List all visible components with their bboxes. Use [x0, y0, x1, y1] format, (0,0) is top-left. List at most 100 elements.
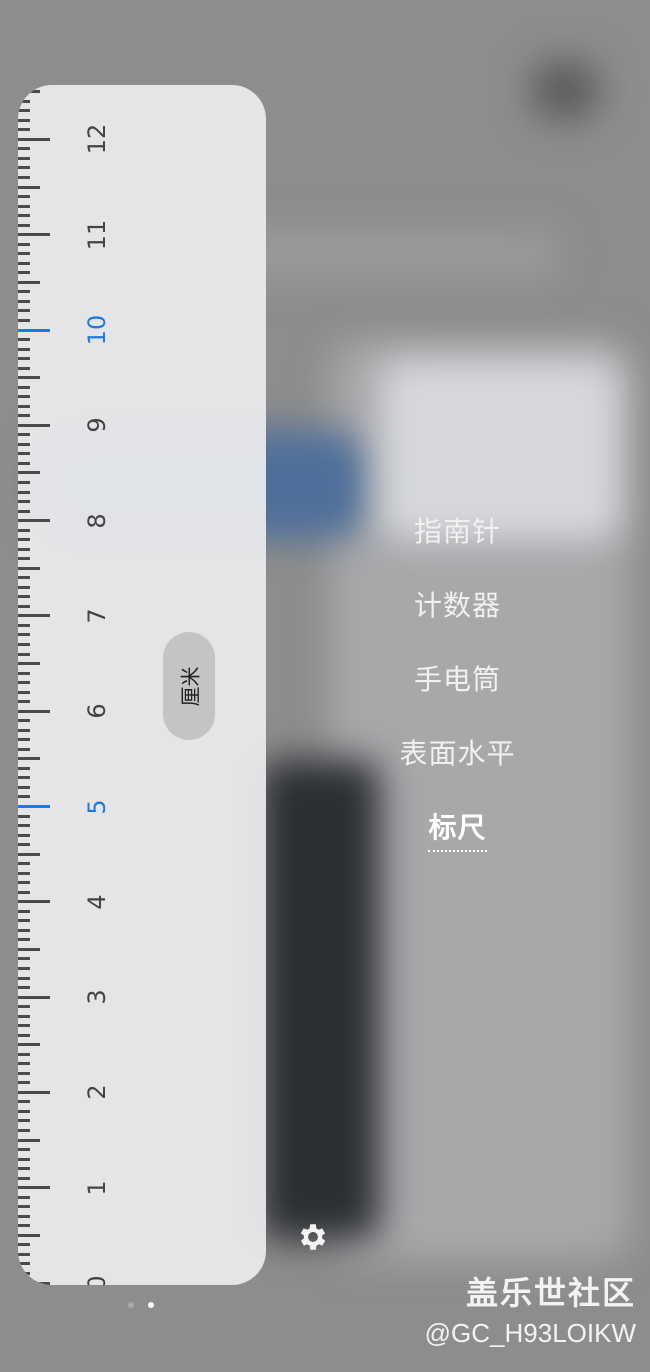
menu-item-level[interactable]: 表面水平 [330, 732, 585, 772]
ruler-tick [18, 909, 30, 913]
ruler-tick [18, 928, 30, 932]
ruler-number: 12 [83, 124, 111, 155]
ruler-number: 0 [83, 1275, 111, 1285]
ruler-tick [18, 347, 30, 351]
ruler-tick [18, 442, 30, 446]
ruler-tick [18, 671, 30, 675]
ruler-tick [18, 204, 30, 208]
ruler-number: 5 [83, 798, 111, 815]
ruler-tick [18, 176, 30, 180]
ruler-number: 8 [83, 512, 111, 529]
ruler-tick [18, 871, 30, 875]
ruler-tick [18, 338, 30, 342]
ruler-tick [18, 271, 30, 275]
ruler-number: 10 [83, 314, 111, 346]
ruler-tick [18, 261, 30, 265]
unit-toggle-button[interactable]: 厘米 [163, 632, 215, 740]
ruler-tick [18, 1129, 30, 1133]
ruler-tick [18, 290, 30, 294]
ruler-tick [18, 490, 30, 494]
ruler-tick [18, 1271, 30, 1275]
ruler-tick [18, 414, 30, 418]
ruler-number: 6 [83, 703, 111, 719]
ruler-tick [18, 547, 30, 551]
ruler-tick [18, 309, 30, 313]
ruler-number: 11 [83, 219, 111, 250]
ruler-tick [18, 728, 30, 732]
ruler-tick [18, 700, 30, 704]
ruler-tick [18, 538, 30, 542]
ruler-tick [18, 223, 30, 227]
ruler-tick [18, 433, 30, 437]
unit-label: 厘米 [178, 666, 203, 706]
ruler-tick [18, 1100, 30, 1104]
ruler-tick [18, 557, 30, 561]
page-dot-2-active[interactable] [148, 1302, 154, 1308]
ruler-tick [18, 766, 30, 770]
ruler-tick [18, 681, 30, 685]
ruler-tick [18, 376, 40, 380]
ruler-tick [18, 395, 30, 399]
ruler-tick [18, 1090, 50, 1094]
ruler-tick [18, 833, 30, 837]
ruler-tick [18, 1024, 30, 1028]
ruler-tick [18, 519, 50, 523]
ruler-number: 4 [83, 894, 111, 910]
menu-item-counter[interactable]: 计数器 [330, 584, 585, 624]
ruler-tick [18, 195, 30, 199]
ruler-tick [18, 509, 30, 513]
ruler-tick [18, 843, 30, 847]
ruler-tick [18, 1262, 30, 1266]
menu-item-flashlight[interactable]: 手电筒 [330, 658, 585, 698]
ruler-tick [18, 662, 40, 666]
ruler-tick [18, 604, 30, 608]
ruler-tick [18, 719, 30, 723]
ruler-tick [18, 995, 50, 999]
ruler-tick [18, 109, 30, 113]
ruler-tick [18, 1033, 30, 1037]
ruler-tick [18, 242, 30, 246]
ruler-tick [18, 1176, 30, 1180]
ruler-tick [18, 404, 30, 408]
ruler-tick [18, 805, 50, 808]
ruler-panel[interactable]: 0 1 2 3 4 5 6 7 8 9 10 11 12 厘米 [18, 85, 266, 1285]
ruler-tick [18, 757, 40, 761]
ruler-tick [18, 1014, 30, 1018]
ruler-tick [18, 1062, 30, 1066]
ruler-tick [18, 890, 30, 894]
ruler-tick [18, 137, 50, 141]
gear-icon[interactable] [296, 1220, 330, 1254]
ruler-tick [18, 1119, 30, 1123]
ruler-tick [18, 986, 30, 990]
ruler-tick [18, 318, 30, 322]
ruler-tick [18, 423, 50, 427]
ruler-number: 7 [83, 608, 111, 624]
ruler-tick [18, 947, 40, 951]
ruler-tick [18, 156, 30, 160]
ruler-tick [18, 976, 30, 980]
ruler-tick [18, 1281, 50, 1285]
ruler-tick [18, 185, 40, 189]
ruler-tick [18, 785, 30, 789]
ruler-tick [18, 328, 50, 332]
page-dot-1[interactable] [128, 1302, 134, 1308]
ruler-tick [18, 690, 30, 694]
ruler-tick [18, 652, 30, 656]
ruler-tick [18, 280, 40, 284]
ruler-number: 1 [83, 1180, 111, 1196]
ruler-tick [18, 900, 50, 904]
menu-item-compass[interactable]: 指南针 [330, 510, 585, 550]
ruler-tick [18, 118, 30, 122]
ruler-tick [18, 299, 30, 303]
ruler-tick [18, 795, 30, 799]
ruler-tick [18, 576, 30, 580]
ruler-tick [18, 1233, 40, 1237]
ruler-tick [18, 566, 40, 570]
ruler-tick [18, 1167, 30, 1171]
ruler-tick [18, 1252, 30, 1256]
ruler-number: 3 [83, 989, 111, 1005]
menu-item-ruler[interactable]: 标尺 [330, 806, 585, 852]
ruler-tick [18, 128, 30, 132]
ruler-tick [18, 99, 30, 103]
watermark-title: 盖乐世社区 [465, 1274, 636, 1312]
